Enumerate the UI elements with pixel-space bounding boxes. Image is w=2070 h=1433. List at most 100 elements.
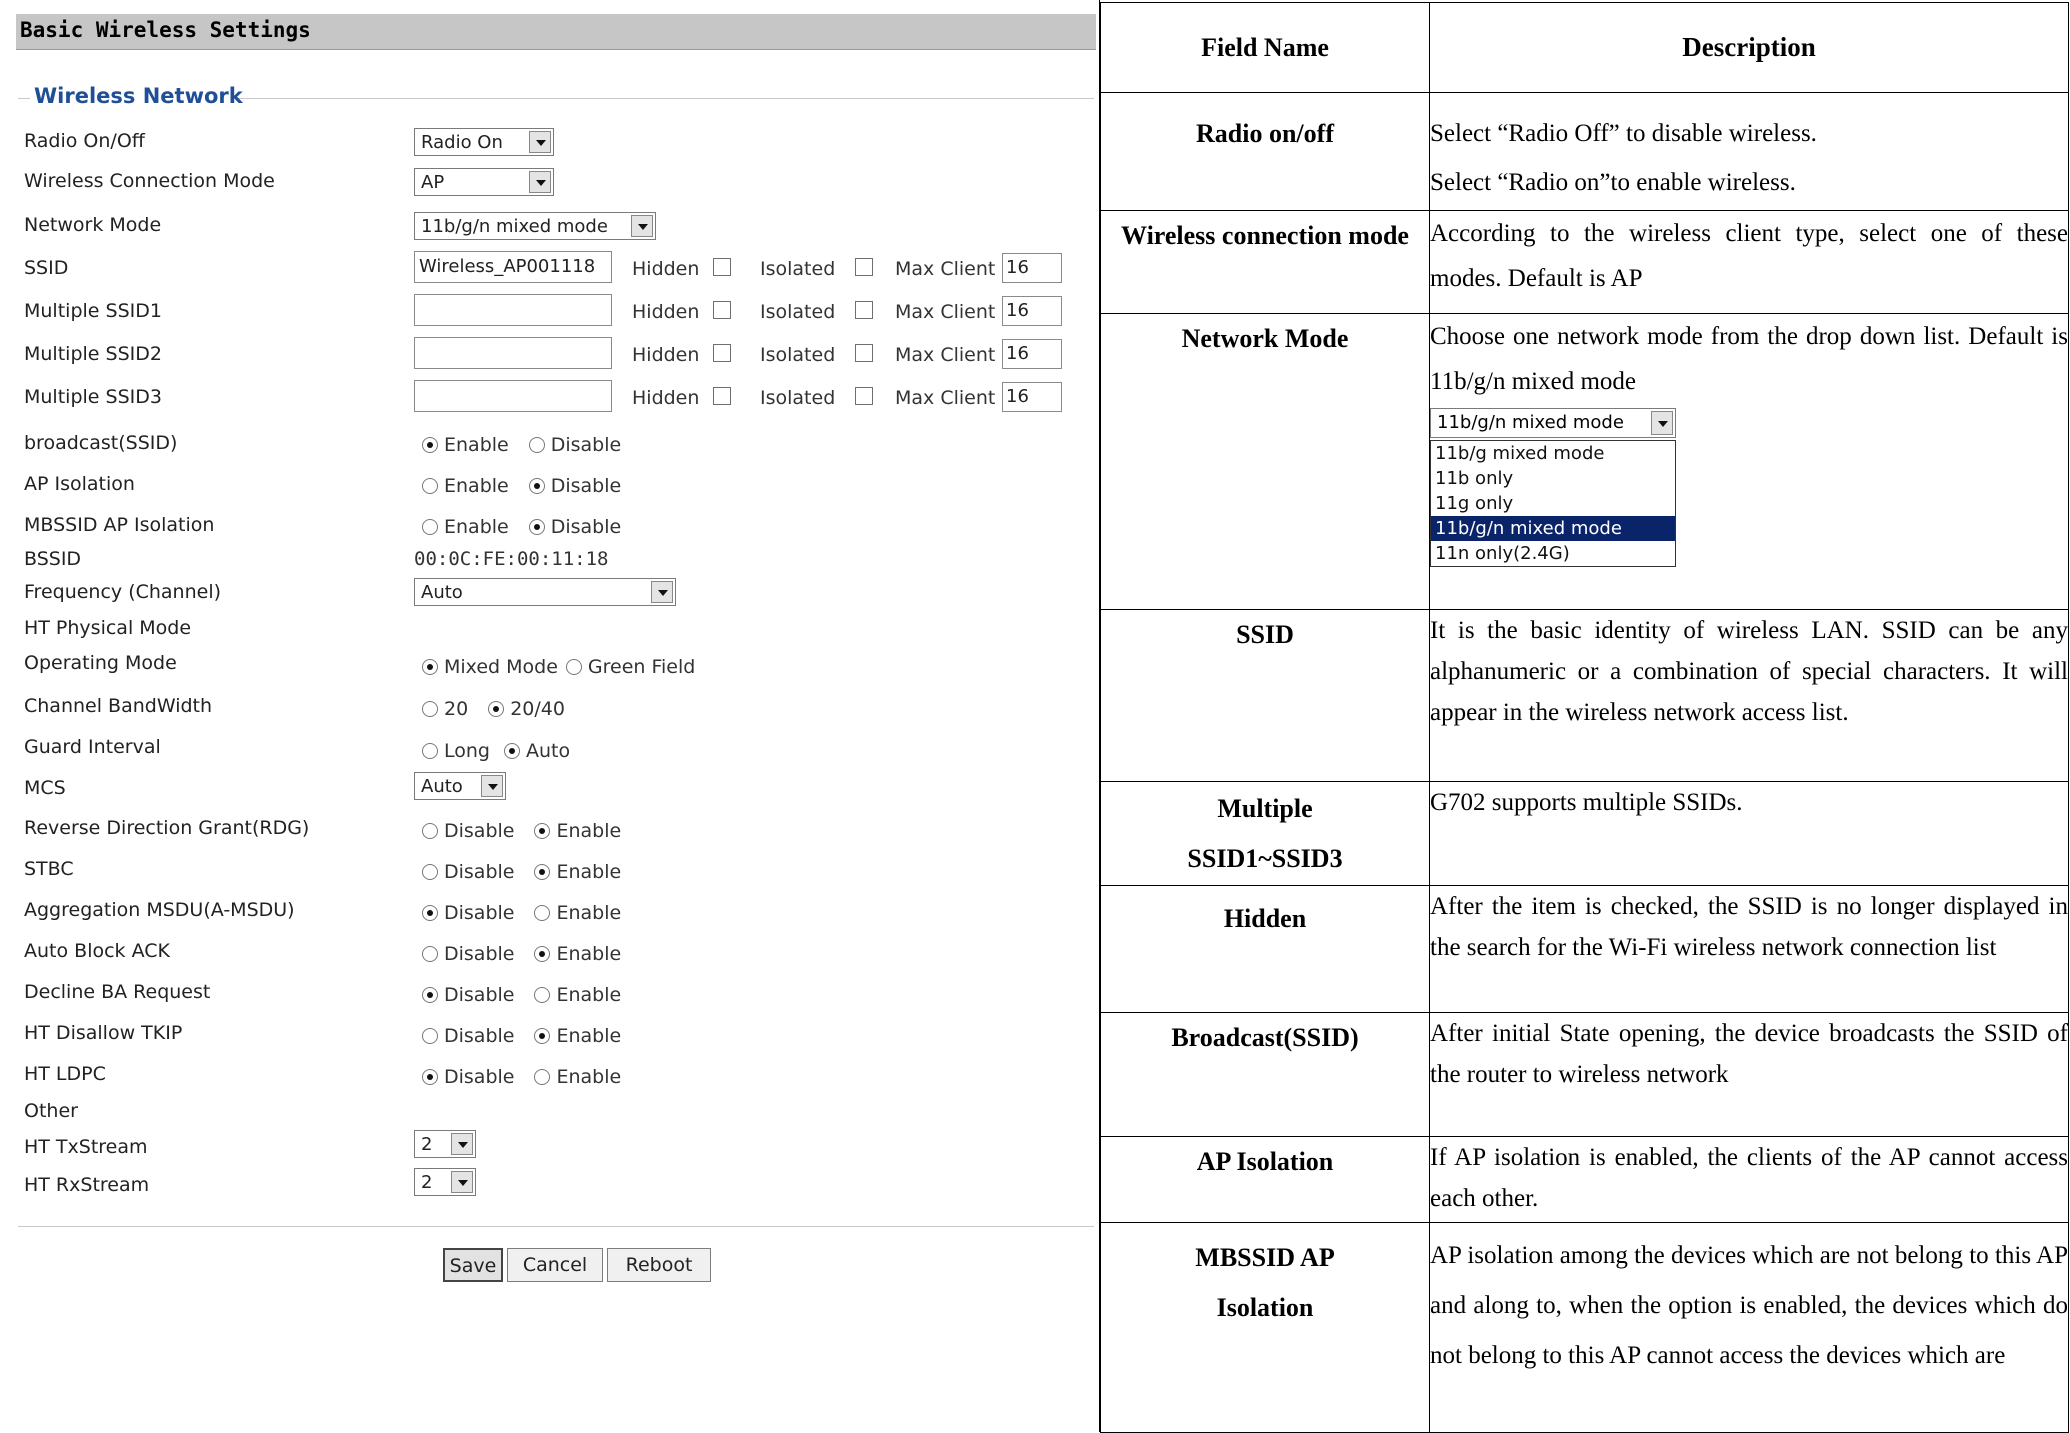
autoblock-disable-option[interactable]: Disable	[422, 943, 514, 965]
ssid2-max-client-input[interactable]: 16	[1002, 339, 1062, 369]
description-cell: After initial State opening, the device …	[1429, 1012, 2069, 1137]
radio-icon[interactable]	[528, 437, 545, 453]
amsdu-enable-option[interactable]: Enable	[534, 902, 621, 924]
ldpc-disable-option[interactable]: Disable	[422, 1066, 514, 1088]
autoblock-enable-option[interactable]: Enable	[534, 943, 621, 965]
option-label: Enable	[556, 902, 622, 924]
ldpc-enable-option[interactable]: Enable	[534, 1066, 621, 1088]
radio-icon[interactable]	[565, 659, 582, 675]
mbssid-disable-option[interactable]: Disable	[528, 516, 621, 538]
radio-icon[interactable]	[422, 519, 438, 535]
radio-onoff-select[interactable]: Radio On	[414, 128, 554, 156]
chevron-down-icon[interactable]	[529, 131, 551, 153]
description-cell: If AP isolation is enabled, the clients …	[1429, 1136, 2069, 1223]
amsdu-disable-option[interactable]: Disable	[422, 902, 514, 924]
cancel-button[interactable]: Cancel	[507, 1248, 603, 1282]
tkip-disable-option[interactable]: Disable	[422, 1025, 514, 1047]
ssid1-hidden-checkbox[interactable]	[713, 301, 731, 319]
radio-selected-icon[interactable]	[422, 1069, 438, 1085]
option-label: Enable	[444, 516, 509, 538]
declineba-enable-option[interactable]: Enable	[534, 984, 621, 1006]
mixed-mode-option[interactable]: Mixed Mode	[422, 656, 558, 678]
radio-selected-icon[interactable]	[422, 905, 438, 921]
txstream-select[interactable]: 2	[414, 1130, 476, 1158]
field-name: Network Mode	[1181, 324, 1349, 353]
frequency-select[interactable]: Auto	[414, 578, 676, 606]
radio-selected-icon[interactable]	[488, 701, 505, 717]
radio-selected-icon[interactable]	[503, 743, 520, 759]
broadcast-disable-option[interactable]: Disable	[528, 434, 621, 456]
field-name-cell: SSID	[1100, 609, 1430, 782]
option-label: Long	[444, 740, 490, 762]
chevron-down-icon[interactable]	[451, 1133, 473, 1155]
description-cell: Choose one network mode from the drop do…	[1429, 313, 2069, 610]
network-mode-select[interactable]: 11b/g/n mixed mode	[414, 212, 656, 240]
radio-selected-icon[interactable]	[534, 1028, 551, 1044]
radio-selected-icon[interactable]	[422, 437, 438, 453]
ssid1-isolated-checkbox[interactable]	[855, 301, 873, 319]
bandwidth-20-40-option[interactable]: 20/40	[488, 698, 565, 720]
max-client-label: Max Client	[895, 301, 996, 323]
ssid3-hidden-checkbox[interactable]	[713, 387, 731, 405]
rxstream-value: 2	[421, 1172, 433, 1193]
radio-selected-icon[interactable]	[534, 864, 551, 880]
mcs-select[interactable]: Auto	[414, 772, 506, 800]
radio-selected-icon[interactable]	[534, 823, 551, 839]
tkip-enable-option[interactable]: Enable	[534, 1025, 621, 1047]
field-name: Radio on/off	[1196, 119, 1334, 148]
radio-icon[interactable]	[422, 701, 438, 717]
basic-wireless-settings-panel: Basic Wireless Settings Wireless Network…	[0, 0, 1100, 1432]
ssid3-max-client-input[interactable]: 16	[1002, 382, 1062, 412]
radio-icon[interactable]	[422, 823, 438, 839]
network-mode-value: 11b/g/n mixed mode	[421, 216, 608, 237]
reboot-button[interactable]: Reboot	[607, 1248, 711, 1282]
chevron-down-icon[interactable]	[451, 1171, 473, 1193]
radio-icon[interactable]	[534, 987, 551, 1003]
save-button[interactable]: Save	[443, 1248, 503, 1282]
multiple-ssid2-input[interactable]	[414, 337, 612, 369]
chevron-down-icon[interactable]	[631, 215, 653, 237]
guard-long-option[interactable]: Long	[422, 740, 490, 762]
ssid-isolated-checkbox[interactable]	[855, 258, 873, 276]
ssid1-max-client-input[interactable]: 16	[1002, 296, 1062, 326]
rxstream-select[interactable]: 2	[414, 1168, 476, 1196]
radio-icon[interactable]	[534, 905, 551, 921]
rdg-disable-option[interactable]: Disable	[422, 820, 514, 842]
ssid2-isolated-checkbox[interactable]	[855, 344, 873, 362]
guard-auto-option[interactable]: Auto	[503, 740, 570, 762]
green-field-option[interactable]: Green Field	[565, 656, 695, 678]
description-header: Description	[1429, 2, 2069, 93]
ap-isolation-enable-option[interactable]: Enable	[422, 475, 509, 497]
rdg-enable-option[interactable]: Enable	[534, 820, 621, 842]
multiple-ssid1-input[interactable]	[414, 294, 612, 326]
table-row: Broadcast(SSID) After initial State open…	[1100, 1012, 2069, 1137]
ap-isolation-disable-option[interactable]: Disable	[528, 475, 621, 497]
radio-selected-icon[interactable]	[528, 519, 545, 535]
stbc-enable-option[interactable]: Enable	[534, 861, 621, 883]
radio-selected-icon[interactable]	[528, 478, 545, 494]
declineba-disable-option[interactable]: Disable	[422, 984, 514, 1006]
multiple-ssid3-input[interactable]	[414, 380, 612, 412]
radio-icon[interactable]	[422, 743, 438, 759]
radio-icon[interactable]	[534, 1069, 551, 1085]
chevron-down-icon[interactable]	[481, 775, 503, 797]
radio-selected-icon[interactable]	[534, 946, 551, 962]
radio-selected-icon[interactable]	[422, 659, 438, 675]
radio-icon[interactable]	[422, 946, 438, 962]
mbssid-enable-option[interactable]: Enable	[422, 516, 509, 538]
ssid-max-client-input[interactable]: 16	[1002, 253, 1062, 283]
chevron-down-icon[interactable]	[651, 581, 673, 603]
connection-mode-select[interactable]: AP	[414, 168, 554, 196]
stbc-disable-option[interactable]: Disable	[422, 861, 514, 883]
ssid2-hidden-checkbox[interactable]	[713, 344, 731, 362]
ssid-input[interactable]: Wireless_AP001118	[414, 251, 612, 283]
bandwidth-20-option[interactable]: 20	[422, 698, 468, 720]
broadcast-enable-option[interactable]: Enable	[422, 434, 509, 456]
radio-icon[interactable]	[422, 1028, 438, 1044]
radio-icon[interactable]	[422, 478, 438, 494]
radio-icon[interactable]	[422, 864, 438, 880]
ssid3-isolated-checkbox[interactable]	[855, 387, 873, 405]
radio-selected-icon[interactable]	[422, 987, 438, 1003]
ssid-hidden-checkbox[interactable]	[713, 258, 731, 276]
chevron-down-icon[interactable]	[529, 171, 551, 193]
